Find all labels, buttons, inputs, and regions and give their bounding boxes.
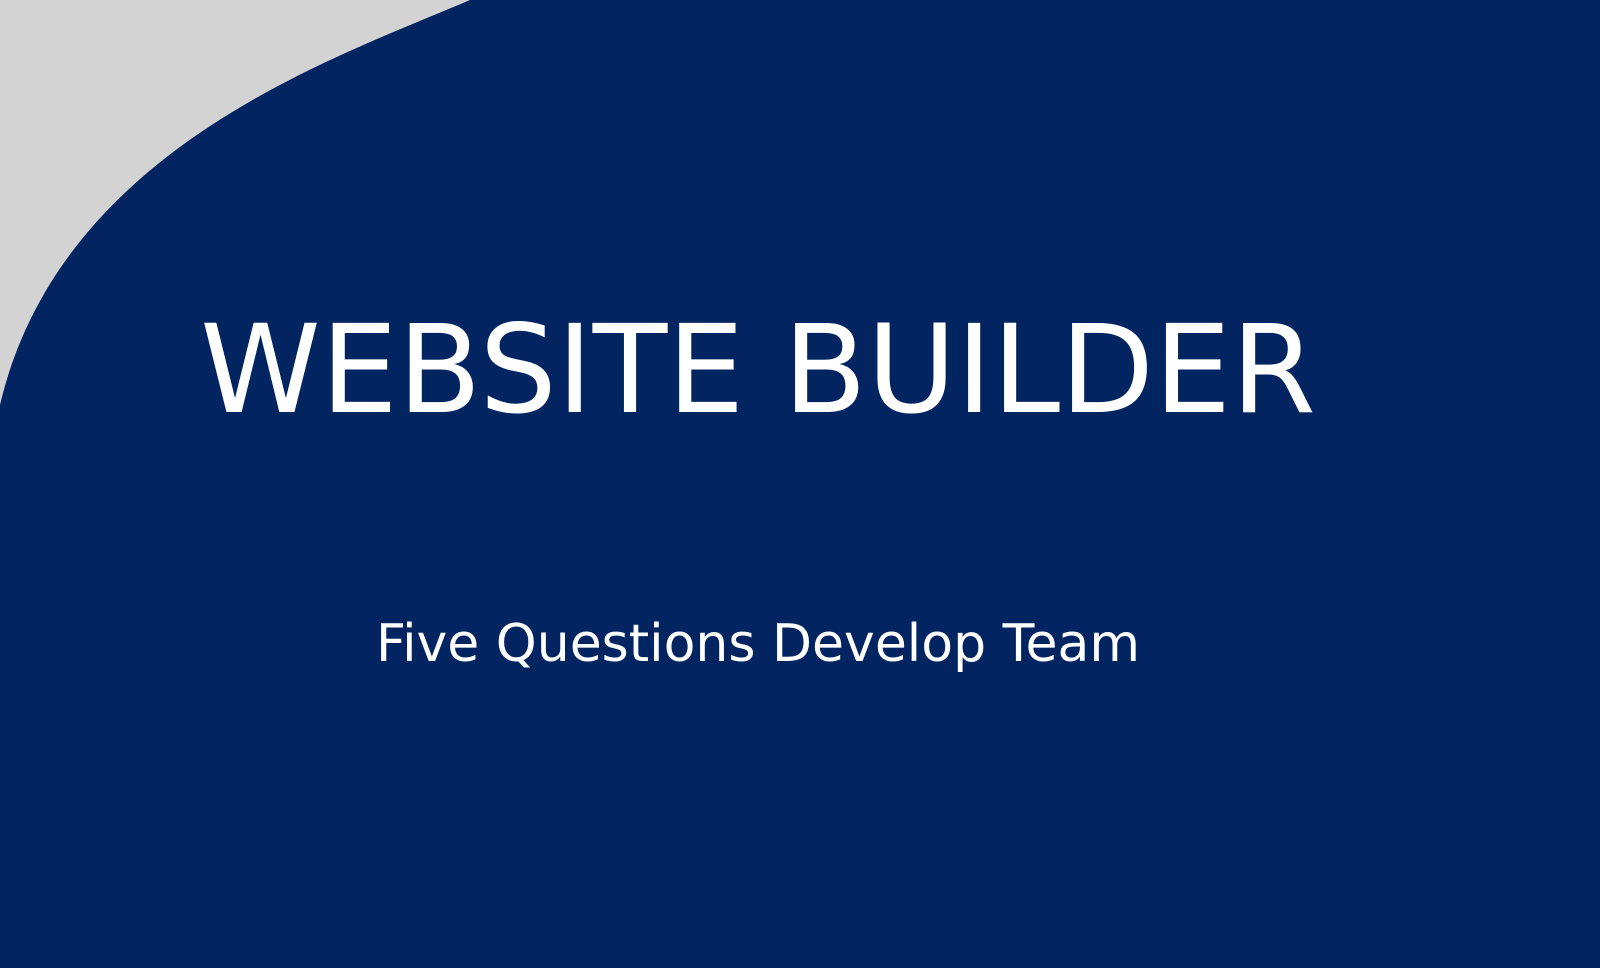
slide-title: WEBSITE BUILDER — [200, 299, 1316, 441]
navy-background-shape — [0, 0, 1600, 968]
navy-panel — [0, 0, 1600, 968]
slide-subtitle: Five Questions Develop Team — [375, 614, 1141, 674]
